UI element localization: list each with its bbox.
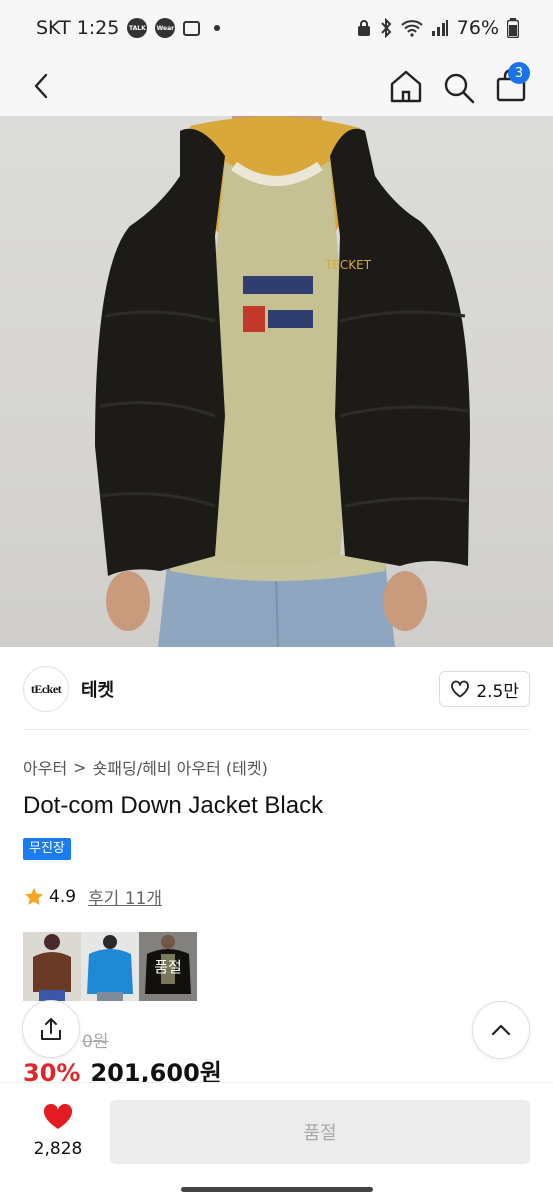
back-icon <box>34 73 48 99</box>
rating-value: 4.9 <box>49 886 77 907</box>
promo-badge: 무진장 <box>23 838 71 860</box>
bluetooth-icon <box>381 18 392 38</box>
gallery-notification-icon <box>183 20 201 36</box>
brand-logo-text: tEcket <box>30 681 62 696</box>
bottom-action-bar: 2,828 품절 <box>0 1082 553 1200</box>
scroll-to-top-button[interactable] <box>472 1001 530 1059</box>
brand-like-button[interactable]: 2.5만 <box>439 671 530 707</box>
battery-icon <box>507 18 519 38</box>
search-button[interactable] <box>440 64 478 108</box>
signal-icon <box>431 20 448 36</box>
star-icon <box>25 887 43 905</box>
sold-out-overlay: 품절 <box>139 932 197 1001</box>
breadcrumb-level1[interactable]: 아우터 <box>23 755 67 779</box>
search-icon <box>444 73 475 104</box>
share-icon <box>41 1018 61 1040</box>
home-icon <box>390 70 422 103</box>
breadcrumb-separator: > <box>73 757 87 777</box>
back-button[interactable] <box>24 66 64 106</box>
talk-notification-icon: TALK <box>127 18 148 38</box>
chevron-up-icon <box>491 1024 511 1036</box>
original-price: 0원 <box>82 1032 109 1052</box>
breadcrumb: 아우터 > 숏패딩/헤비 아우터 (테켓) <box>23 755 268 779</box>
divider <box>23 729 530 730</box>
wishlist-count: 2,828 <box>33 1139 83 1159</box>
lock-icon <box>357 20 370 36</box>
product-title: Dot-com Down Jacket Black <box>23 792 324 819</box>
brand-like-count: 2.5만 <box>476 681 519 702</box>
rating-row: 4.9 후기 11개 <box>23 884 162 909</box>
blue-jacket-thumbnail <box>81 932 139 1001</box>
wear-notification-icon: Wear <box>155 18 176 38</box>
battery-percent: 76% <box>456 17 499 39</box>
color-option-brown[interactable] <box>23 932 81 1001</box>
home-indicator[interactable] <box>181 1187 373 1192</box>
svg-text:TECKET: TECKET <box>324 258 372 272</box>
color-option-black[interactable]: 품절 <box>139 932 197 1001</box>
brown-jacket-thumbnail <box>23 932 81 1001</box>
brand-logo[interactable]: tEcket <box>23 666 69 712</box>
color-option-blue[interactable] <box>81 932 139 1001</box>
wishlist-button[interactable]: 2,828 <box>28 1103 88 1159</box>
top-nav: 3 <box>0 56 553 116</box>
more-notifications-icon <box>214 25 221 31</box>
share-button[interactable] <box>22 1000 80 1058</box>
brand-name[interactable]: 테켓 <box>81 676 114 702</box>
brand-row: tEcket 테켓 2.5만 <box>23 664 530 714</box>
home-button[interactable] <box>386 64 426 108</box>
product-image[interactable]: TECKET <box>0 116 553 647</box>
heart-outline-icon <box>451 680 470 698</box>
wifi-icon <box>401 20 423 37</box>
sold-out-button[interactable]: 품절 <box>110 1100 530 1164</box>
model-wearing-jacket-illustration: TECKET <box>95 116 470 647</box>
review-count-link[interactable]: 후기 11개 <box>88 884 162 909</box>
color-options: 품절 <box>23 932 197 1001</box>
breadcrumb-level2[interactable]: 숏패딩/헤비 아우터 (테켓) <box>93 755 268 779</box>
heart-filled-icon <box>43 1103 73 1129</box>
status-bar: SKT 1:25 TALK Wear 76% <box>0 0 553 56</box>
clock: SKT 1:25 <box>36 17 120 39</box>
cart-button[interactable]: 3 <box>492 62 532 108</box>
cart-count-badge: 3 <box>508 62 530 84</box>
